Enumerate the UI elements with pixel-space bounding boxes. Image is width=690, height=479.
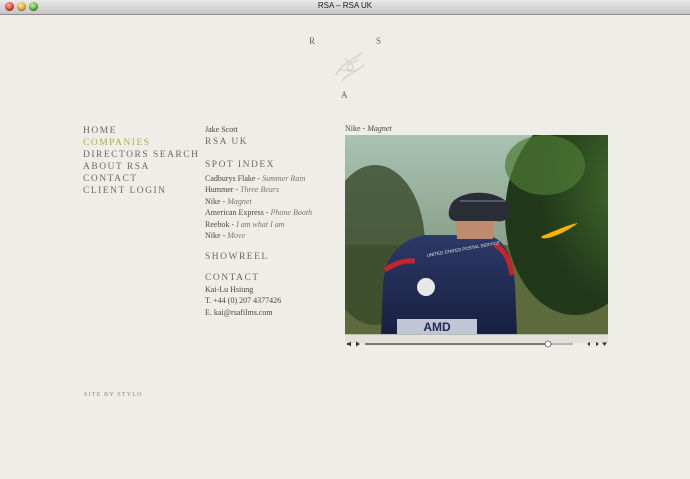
nav-item-companies[interactable]: COMPANIES (83, 137, 199, 149)
logo-letter-s: S (376, 36, 383, 46)
page-content: R S A HOME COMPANIES DIRECTORS SEARCH AB… (0, 15, 690, 479)
play-icon[interactable] (356, 341, 360, 347)
step-forward-icon[interactable] (596, 342, 599, 346)
nav-item-about-rsa[interactable]: ABOUT RSA (83, 161, 199, 173)
video-brand: Nike (345, 124, 361, 133)
video-controls (345, 334, 608, 348)
spot-link-nike-move[interactable]: Nike - Move (205, 230, 312, 242)
jersey-logo: AMD (423, 320, 451, 334)
scrubber-progress (365, 343, 549, 345)
video-frame: AMD UNITED STATES POSTAL SERVICE (345, 135, 608, 334)
director-column: Jake Scott RSA UK SPOT INDEX Cadburys Fl… (205, 124, 312, 318)
menu-down-icon[interactable] (602, 342, 607, 347)
video-controls-bar (347, 340, 607, 348)
spot-link-nike-magnet[interactable]: Nike - Magnet (205, 196, 312, 208)
showreel-link[interactable]: SHOWREEL (205, 251, 312, 263)
step-back-icon[interactable] (587, 342, 590, 346)
logo-letter-a: A (341, 90, 349, 100)
contact-heading: CONTACT (205, 272, 260, 283)
logo-swirl-icon (335, 52, 365, 82)
company-name[interactable]: RSA UK (205, 136, 312, 148)
nav-item-directors-search[interactable]: DIRECTORS SEARCH (83, 149, 199, 161)
window-title: RSA – RSA UK (317, 1, 373, 10)
volume-icon[interactable] (347, 341, 351, 347)
logo-letter-r: R (309, 36, 317, 46)
nav-item-home[interactable]: HOME (83, 125, 199, 137)
video-player[interactable]: AMD UNITED STATES POSTAL SERVICE (345, 135, 608, 334)
spot-link-hummer[interactable]: Hummer - Three Bears (205, 184, 312, 196)
spot-link-reebok[interactable]: Reebok - I am what I am (205, 219, 312, 231)
nav-item-client-login[interactable]: CLIENT LOGIN (83, 185, 199, 197)
director-name[interactable]: Jake Scott (205, 124, 312, 136)
site-credit[interactable]: SITE BY STYLO (84, 392, 143, 398)
video-caption: Nike - Magnet (345, 124, 392, 133)
spot-link-american-express[interactable]: American Express - Phone Booth (205, 207, 312, 219)
contact-email[interactable]: E. kai@rsafilms.com (205, 307, 312, 319)
main-nav: HOME COMPANIES DIRECTORS SEARCH ABOUT RS… (83, 125, 199, 197)
scrubber-handle[interactable] (544, 340, 552, 348)
video-title: Magnet (367, 124, 392, 133)
contact-name: Kai-Lu Hsiung (205, 284, 254, 294)
window-titlebar: RSA – RSA UK (0, 0, 690, 15)
nav-item-contact[interactable]: CONTACT (83, 173, 199, 185)
spot-link-cadburys-flake[interactable]: Cadburys Flake - Summer Rain (205, 173, 312, 185)
spot-index-heading: SPOT INDEX (205, 159, 275, 170)
browser-window: RSA – RSA UK R S A HOME COMPANIES DIRECT… (0, 0, 690, 479)
contact-phone: T. +44 (0) 207 4377426 (205, 296, 282, 305)
